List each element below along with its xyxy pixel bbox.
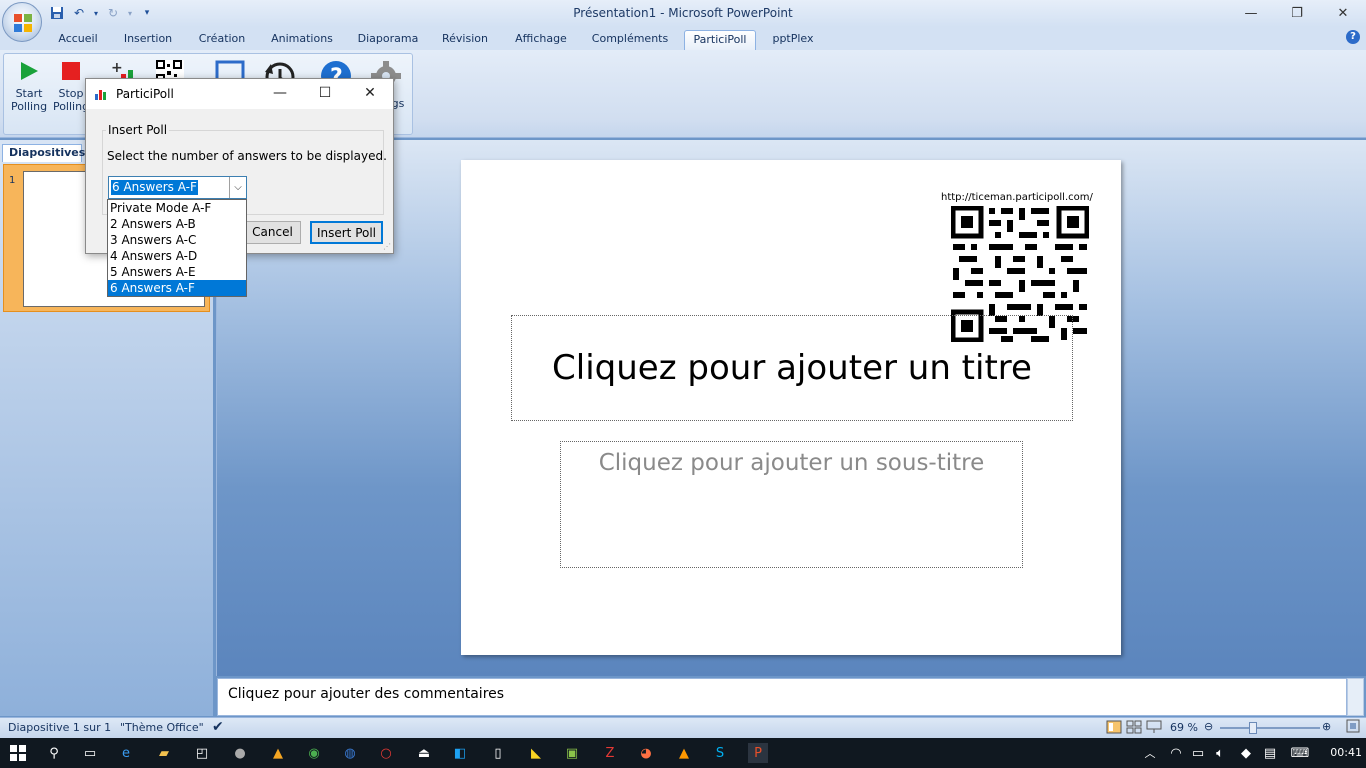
stop-icon <box>62 62 80 80</box>
windows-start-icon[interactable] <box>8 743 28 763</box>
tab-participoll[interactable]: ParticiPoll <box>684 30 756 50</box>
tab-insertion[interactable]: Insertion <box>114 30 182 50</box>
dropbox-icon[interactable]: ◆ <box>1236 743 1256 763</box>
store-icon[interactable]: ◰ <box>192 743 212 763</box>
battery-icon[interactable]: ▭ <box>1188 743 1208 763</box>
tab-complements[interactable]: Compléments <box>584 30 676 50</box>
normal-view-icon[interactable] <box>1106 720 1122 737</box>
subtitle-placeholder[interactable]: Cliquez pour ajouter un sous-titre <box>560 441 1023 568</box>
gimp-icon[interactable]: ● <box>230 743 250 763</box>
dialog-title: ParticiPoll <box>116 87 174 101</box>
option-3-answers[interactable]: 3 Answers A-C <box>108 232 246 248</box>
slide-number: 1 <box>9 175 16 186</box>
chevron-down-icon[interactable]: ⌵ <box>229 177 246 198</box>
tab-diaporama[interactable]: Diaporama <box>350 30 426 50</box>
tab-animations[interactable]: Animations <box>262 30 342 50</box>
dialog-minimize-button[interactable]: — <box>266 85 294 101</box>
title-bar: ↶ ▾ ↻ ▾ ▾ Présentation1 - Microsoft Powe… <box>0 0 1366 27</box>
file-explorer-icon[interactable]: ▰ <box>154 743 174 763</box>
slide-info: Diapositive 1 sur 1 <box>8 721 112 734</box>
qr-url-text: http://ticeman.participoll.com/ <box>941 192 1093 203</box>
filezilla-icon[interactable]: Z <box>600 743 620 763</box>
tab-affichage[interactable]: Affichage <box>506 30 576 50</box>
task-view-icon[interactable]: ▭ <box>80 743 100 763</box>
dialog-titlebar: ParticiPoll — ☐ ✕ <box>86 79 393 109</box>
minimize-button[interactable]: — <box>1228 0 1274 26</box>
slideshow-icon[interactable] <box>1146 720 1162 737</box>
dialog-close-button[interactable]: ✕ <box>356 85 384 101</box>
spellcheck-icon[interactable]: ✔ <box>212 719 224 735</box>
tab-diapositives[interactable]: Diapositives <box>2 144 85 162</box>
participoll-logo-icon <box>95 90 106 100</box>
wifi-icon[interactable]: ◠ <box>1166 743 1186 763</box>
combobox-value: 6 Answers A-F <box>111 180 198 195</box>
resize-grip-icon[interactable]: ⋰ <box>383 242 391 251</box>
zoom-out-icon[interactable]: ⊖ <box>1204 720 1213 733</box>
instruction-text: Select the number of answers to be displ… <box>107 149 387 163</box>
tab-pptplex[interactable]: pptPlex <box>762 30 824 50</box>
tab-revision[interactable]: Révision <box>432 30 498 50</box>
answers-dropdown-list: Private Mode A-F 2 Answers A-B 3 Answers… <box>107 199 247 297</box>
title-placeholder[interactable]: Cliquez pour ajouter un titre <box>511 315 1073 421</box>
zoom-level[interactable]: 69 % <box>1170 721 1198 734</box>
zoom-slider[interactable] <box>1220 727 1320 729</box>
zoom-in-icon[interactable]: ⊕ <box>1322 720 1331 733</box>
chrome-icon[interactable]: ◉ <box>304 743 324 763</box>
windows-taskbar: ⚲ ▭ e ▰ ◰ ● ▲ ◉ ◍ ○ ⏏ ◧ ▯ ◣ ▣ Z ◕ ▲ S P … <box>0 738 1366 768</box>
insert-poll-label: Insert Poll <box>106 123 170 137</box>
window-title: Présentation1 - Microsoft PowerPoint <box>573 6 793 20</box>
fit-slide-icon[interactable] <box>1346 719 1360 736</box>
ribbon-tabs: Accueil Insertion Création Animations Di… <box>0 27 1366 50</box>
tool-icon[interactable]: ◣ <box>526 743 546 763</box>
twitter-icon[interactable]: ◧ <box>450 743 470 763</box>
option-4-answers[interactable]: 4 Answers A-D <box>108 248 246 264</box>
option-2-answers[interactable]: 2 Answers A-B <box>108 216 246 232</box>
answers-combobox[interactable]: 6 Answers A-F ⌵ <box>108 176 247 199</box>
edge-icon[interactable]: e <box>116 743 136 763</box>
play-icon <box>21 62 38 80</box>
app-icon[interactable]: ◍ <box>340 743 360 763</box>
zoom-slider-thumb[interactable] <box>1249 722 1257 734</box>
option-private-mode[interactable]: Private Mode A-F <box>108 200 246 216</box>
notification-icon[interactable]: ▤ <box>1260 743 1280 763</box>
powerpoint-taskbar-icon[interactable]: P <box>748 743 768 763</box>
stop-polling-label: Stop Polling <box>52 87 90 113</box>
firefox-icon[interactable]: ◕ <box>636 743 656 763</box>
vlc-icon[interactable]: ▲ <box>674 743 694 763</box>
cancel-label: Cancel <box>252 225 293 239</box>
slide-canvas[interactable]: http://ticeman.participoll.com/ Cliquez … <box>461 160 1121 655</box>
eject-icon[interactable]: ⏏ <box>414 743 434 763</box>
svg-text:+: + <box>111 60 123 76</box>
option-6-answers[interactable]: 6 Answers A-F <box>108 280 246 296</box>
insert-poll-button[interactable]: Insert Poll <box>310 221 383 244</box>
theme-name: "Thème Office" <box>120 721 204 734</box>
clock: 00:41 <box>1330 746 1362 759</box>
help-icon[interactable]: ? <box>1346 30 1360 44</box>
tab-creation[interactable]: Création <box>188 30 256 50</box>
skype-icon[interactable]: S <box>710 743 730 763</box>
app-green-icon[interactable]: ▣ <box>562 743 582 763</box>
option-5-answers[interactable]: 5 Answers A-E <box>108 264 246 280</box>
start-polling-button[interactable]: Start Polling <box>7 60 51 113</box>
opera-icon[interactable]: ○ <box>376 743 396 763</box>
notes-pane[interactable]: Cliquez pour ajouter des commentaires <box>217 678 1347 716</box>
slide-sorter-icon[interactable] <box>1126 720 1142 737</box>
keyboard-icon[interactable]: ⌨ <box>1290 743 1310 763</box>
office-button[interactable] <box>2 2 42 42</box>
notepad-icon[interactable]: ▯ <box>488 743 508 763</box>
window-controls: — ❐ ✕ <box>1228 0 1366 26</box>
status-bar: Diapositive 1 sur 1 "Thème Office" ✔ 69 … <box>0 717 1366 738</box>
search-icon[interactable]: ⚲ <box>44 743 64 763</box>
office-logo-icon <box>14 14 32 32</box>
start-polling-label: Start Polling <box>10 87 48 113</box>
volume-icon[interactable]: 🔈︎ <box>1210 743 1230 763</box>
notes-scrollbar[interactable] <box>1347 678 1364 716</box>
dialog-maximize-button[interactable]: ☐ <box>311 85 339 101</box>
close-button[interactable]: ✕ <box>1320 0 1366 26</box>
chevron-up-icon[interactable]: ︿ <box>1140 743 1160 763</box>
tab-accueil[interactable]: Accueil <box>48 30 108 50</box>
restore-button[interactable]: ❐ <box>1274 0 1320 26</box>
vlc-like-icon[interactable]: ▲ <box>268 743 288 763</box>
